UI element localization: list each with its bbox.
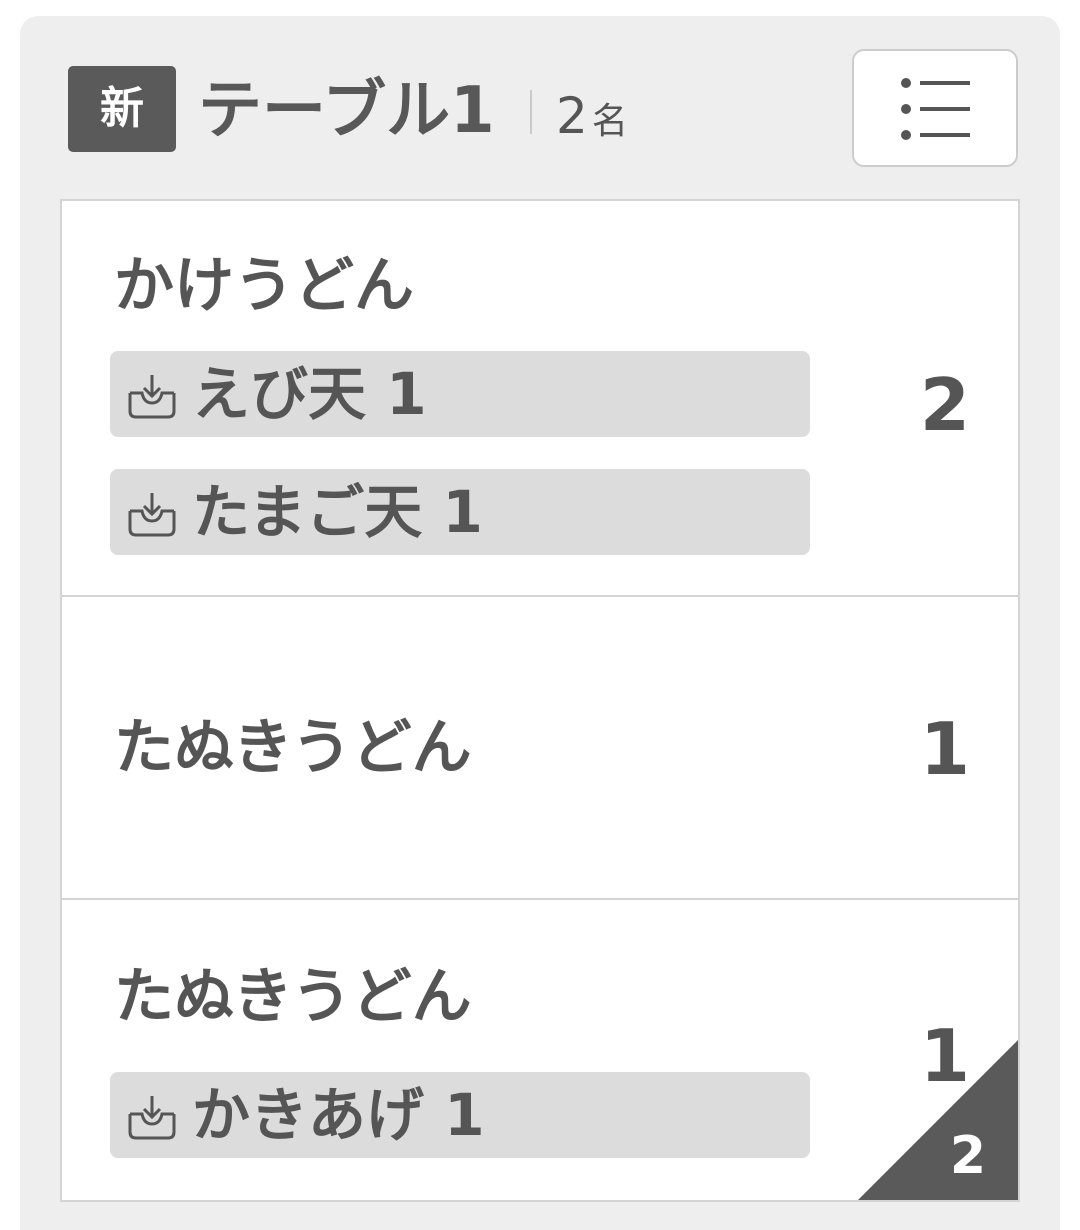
- guest-count: 2名: [556, 76, 628, 168]
- topping-chip: えび天 1: [110, 351, 810, 437]
- order-item[interactable]: たぬきうどん 1 かきあげ 1 2: [60, 898, 1020, 1202]
- corner-badge: [858, 1040, 1018, 1200]
- item-quantity: 2: [919, 363, 970, 447]
- takeout-tray-icon: [128, 1096, 176, 1140]
- topping-label: えび天 1: [192, 360, 427, 428]
- topping-label: たまご天 1: [192, 478, 483, 546]
- order-item[interactable]: たぬきうどん 1: [60, 595, 1020, 900]
- item-name: たぬきうどん: [114, 713, 472, 783]
- topping-label: かきあげ 1: [192, 1081, 485, 1149]
- topping-chip: かきあげ 1: [110, 1072, 810, 1158]
- item-name: かけうどん: [114, 251, 414, 321]
- menu-button[interactable]: [852, 49, 1018, 167]
- takeout-tray-icon: [128, 375, 176, 419]
- order-card: 新 テーブル1 2名 かけうどん 2 えび天 1 たまご天 1 たぬきうどん 1…: [20, 16, 1060, 1230]
- item-name: たぬきうどん: [114, 962, 472, 1032]
- topping-chip: たまご天 1: [110, 469, 810, 555]
- guest-count-number: 2: [556, 87, 588, 145]
- order-items-list: かけうどん 2 えび天 1 たまご天 1 たぬきうどん 1 たぬきうどん 1 か…: [60, 199, 1020, 1202]
- list-icon: [901, 78, 970, 140]
- takeout-tray-icon: [128, 493, 176, 537]
- corner-badge-count: 2: [949, 1126, 986, 1186]
- divider: [530, 90, 532, 134]
- table-name: テーブル1: [198, 74, 495, 148]
- order-item[interactable]: かけうどん 2 えび天 1 たまご天 1: [60, 199, 1020, 597]
- item-quantity: 1: [919, 707, 970, 791]
- guest-count-unit: 名: [591, 101, 628, 142]
- new-badge: 新: [68, 66, 176, 152]
- order-card-header: 新 テーブル1 2名: [20, 16, 1060, 202]
